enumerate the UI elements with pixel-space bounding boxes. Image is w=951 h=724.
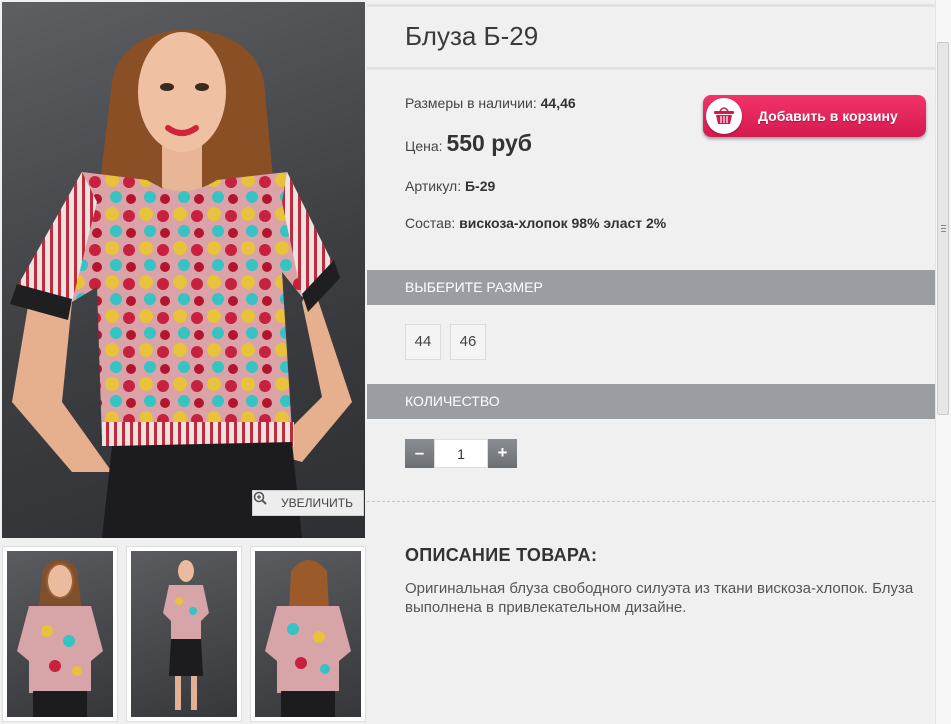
product-details: Блуза Б-29 Размеры в наличии: 44,46 Цена…	[367, 0, 935, 724]
model-photo-illustration	[10, 29, 352, 538]
description-text: Оригинальная блуза свободного силуэта из…	[405, 580, 914, 616]
thumbnail-2[interactable]	[126, 546, 242, 722]
sizes-value: 44,46	[540, 95, 576, 111]
sizes-label: Размеры в наличии:	[405, 95, 537, 111]
scrollbar-thumb[interactable]	[937, 42, 949, 415]
thumbnail-image	[131, 551, 237, 717]
article: Артикул: Б-29	[405, 178, 495, 194]
size-option-44[interactable]: 44	[405, 324, 441, 360]
title-bar: Блуза Б-29	[367, 4, 935, 70]
magnifier-plus-icon	[253, 491, 277, 510]
quantity-decrease-button[interactable]: –	[405, 439, 434, 468]
basket-icon	[706, 98, 742, 134]
description-heading: ОПИСАНИЕ ТОВАРА:	[405, 545, 598, 565]
price: Цена: 550 руб	[405, 130, 532, 157]
size-section-header: ВЫБЕРИТЕ РАЗМЕР	[367, 270, 935, 305]
product-title: Блуза Б-29	[405, 21, 539, 51]
quantity-increase-button[interactable]: +	[488, 439, 517, 468]
thumbnail-image	[255, 551, 361, 717]
zoom-button[interactable]: УВЕЛИЧИТЬ	[252, 490, 364, 516]
composition-label: Состав:	[405, 215, 456, 231]
section-divider	[367, 501, 935, 502]
zoom-label: УВЕЛИЧИТЬ	[281, 496, 353, 510]
scrollbar-grip-icon	[941, 225, 946, 232]
size-option-46[interactable]: 46	[450, 324, 486, 360]
composition-value: вискоза-хлопок 98% эласт 2%	[459, 215, 667, 231]
thumbnail-1[interactable]	[2, 546, 118, 722]
sizes-available: Размеры в наличии: 44,46	[405, 95, 576, 111]
price-value: 550 руб	[446, 130, 532, 156]
composition: Состав: вискоза-хлопок 98% эласт 2%	[405, 214, 695, 233]
thumbnail-3[interactable]	[250, 546, 366, 722]
add-to-cart-label: Добавить в корзину	[758, 108, 898, 124]
thumbnail-image	[7, 551, 113, 717]
quantity-input[interactable]	[434, 439, 488, 468]
add-to-cart-button[interactable]: Добавить в корзину	[703, 95, 926, 137]
price-label: Цена:	[405, 138, 443, 154]
article-value: Б-29	[464, 178, 496, 194]
quantity-section-header: КОЛИЧЕСТВО	[367, 384, 935, 419]
product-main-photo[interactable]: УВЕЛИЧИТЬ	[2, 2, 365, 538]
thumbnail-strip	[2, 546, 366, 722]
article-label: Артикул:	[405, 178, 462, 194]
quantity-stepper: – +	[405, 439, 517, 468]
